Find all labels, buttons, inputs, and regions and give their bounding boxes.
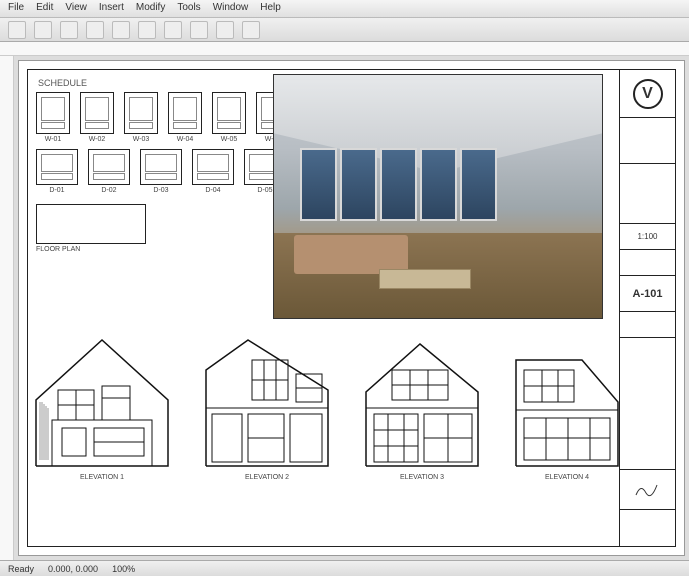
legend-label: W-02 xyxy=(89,136,106,143)
legend-label: W-03 xyxy=(133,136,150,143)
firm-logo-icon: V xyxy=(633,79,663,109)
room-outline xyxy=(36,204,146,244)
legend-label: W-01 xyxy=(45,136,62,143)
checked-cell xyxy=(620,338,675,470)
elevation-3: ELEVATION 3 xyxy=(362,330,482,481)
scale-cell: 1:100 xyxy=(620,224,675,250)
legend-swatch xyxy=(192,149,234,185)
elevation-2: ELEVATION 2 xyxy=(202,330,332,481)
signature-icon xyxy=(633,475,663,505)
tool-zoom[interactable] xyxy=(60,21,78,39)
status-bar: Ready 0.000, 0.000 100% xyxy=(0,560,689,576)
legend-label: D-03 xyxy=(153,187,168,194)
legend-swatch xyxy=(168,92,202,134)
tool-rect[interactable] xyxy=(112,21,130,39)
drawing-canvas[interactable]: SCHEDULE W-01 W-02 W-03 W-04 W-05 W-06 D… xyxy=(18,60,685,556)
status-message: Ready xyxy=(8,564,34,574)
legend-swatch xyxy=(140,149,182,185)
toolbar xyxy=(0,18,689,42)
legend-swatch xyxy=(124,92,158,134)
legend-swatch xyxy=(36,149,78,185)
legend-swatch xyxy=(88,149,130,185)
legend-label: D-01 xyxy=(49,187,64,194)
tool-circle[interactable] xyxy=(138,21,156,39)
client-cell xyxy=(620,118,675,164)
legend-label: D-02 xyxy=(101,187,116,194)
ruler-vertical xyxy=(0,56,14,560)
sheet-number-cell: A-101 xyxy=(620,276,675,312)
legend-label: D-05 xyxy=(257,187,272,194)
date-cell xyxy=(620,250,675,276)
menu-help[interactable]: Help xyxy=(260,2,281,15)
room-label: FLOOR PLAN xyxy=(36,246,80,253)
render-windows xyxy=(300,148,497,221)
workspace: SCHEDULE W-01 W-02 W-03 W-04 W-05 W-06 D… xyxy=(0,56,689,560)
elevation-label: ELEVATION 3 xyxy=(400,474,444,481)
menu-window[interactable]: Window xyxy=(213,2,249,15)
elevation-label: ELEVATION 2 xyxy=(245,474,289,481)
elevation-label: ELEVATION 4 xyxy=(545,474,589,481)
legend-label: W-05 xyxy=(221,136,238,143)
menu-bar: File Edit View Insert Modify Tools Windo… xyxy=(0,0,689,18)
elevation-1: ELEVATION 1 xyxy=(32,330,172,481)
drawn-cell xyxy=(620,312,675,338)
logo-cell: V xyxy=(620,70,675,118)
elevation-label: ELEVATION 1 xyxy=(80,474,124,481)
menu-view[interactable]: View xyxy=(65,2,87,15)
tool-line[interactable] xyxy=(86,21,104,39)
sheet-border: SCHEDULE W-01 W-02 W-03 W-04 W-05 W-06 D… xyxy=(27,69,676,547)
legend-swatch xyxy=(80,92,114,134)
perspective-render[interactable] xyxy=(273,74,603,319)
menu-file[interactable]: File xyxy=(8,2,24,15)
menu-edit[interactable]: Edit xyxy=(36,2,53,15)
project-cell xyxy=(620,164,675,224)
tool-print[interactable] xyxy=(242,21,260,39)
legend-swatch xyxy=(36,92,70,134)
elevation-4: ELEVATION 4 xyxy=(512,330,622,481)
tool-select[interactable] xyxy=(8,21,26,39)
menu-modify[interactable]: Modify xyxy=(136,2,165,15)
ruler-horizontal xyxy=(0,42,689,56)
tool-dimension[interactable] xyxy=(190,21,208,39)
menu-insert[interactable]: Insert xyxy=(99,2,124,15)
tool-pan[interactable] xyxy=(34,21,52,39)
render-table xyxy=(379,269,471,288)
tool-text[interactable] xyxy=(164,21,182,39)
title-block: V 1:100 A-101 xyxy=(619,70,675,546)
legend-label: W-04 xyxy=(177,136,194,143)
elevations-row: ELEVATION 1 xyxy=(28,330,617,481)
revision-cell xyxy=(620,510,675,546)
stamp-cell xyxy=(620,470,675,510)
legend-label: D-04 xyxy=(205,187,220,194)
legend-swatch xyxy=(212,92,246,134)
menu-tools[interactable]: Tools xyxy=(177,2,200,15)
status-coords: 0.000, 0.000 xyxy=(48,564,98,574)
drawing-content: SCHEDULE W-01 W-02 W-03 W-04 W-05 W-06 D… xyxy=(28,70,617,546)
tool-layer[interactable] xyxy=(216,21,234,39)
status-zoom: 100% xyxy=(112,564,135,574)
